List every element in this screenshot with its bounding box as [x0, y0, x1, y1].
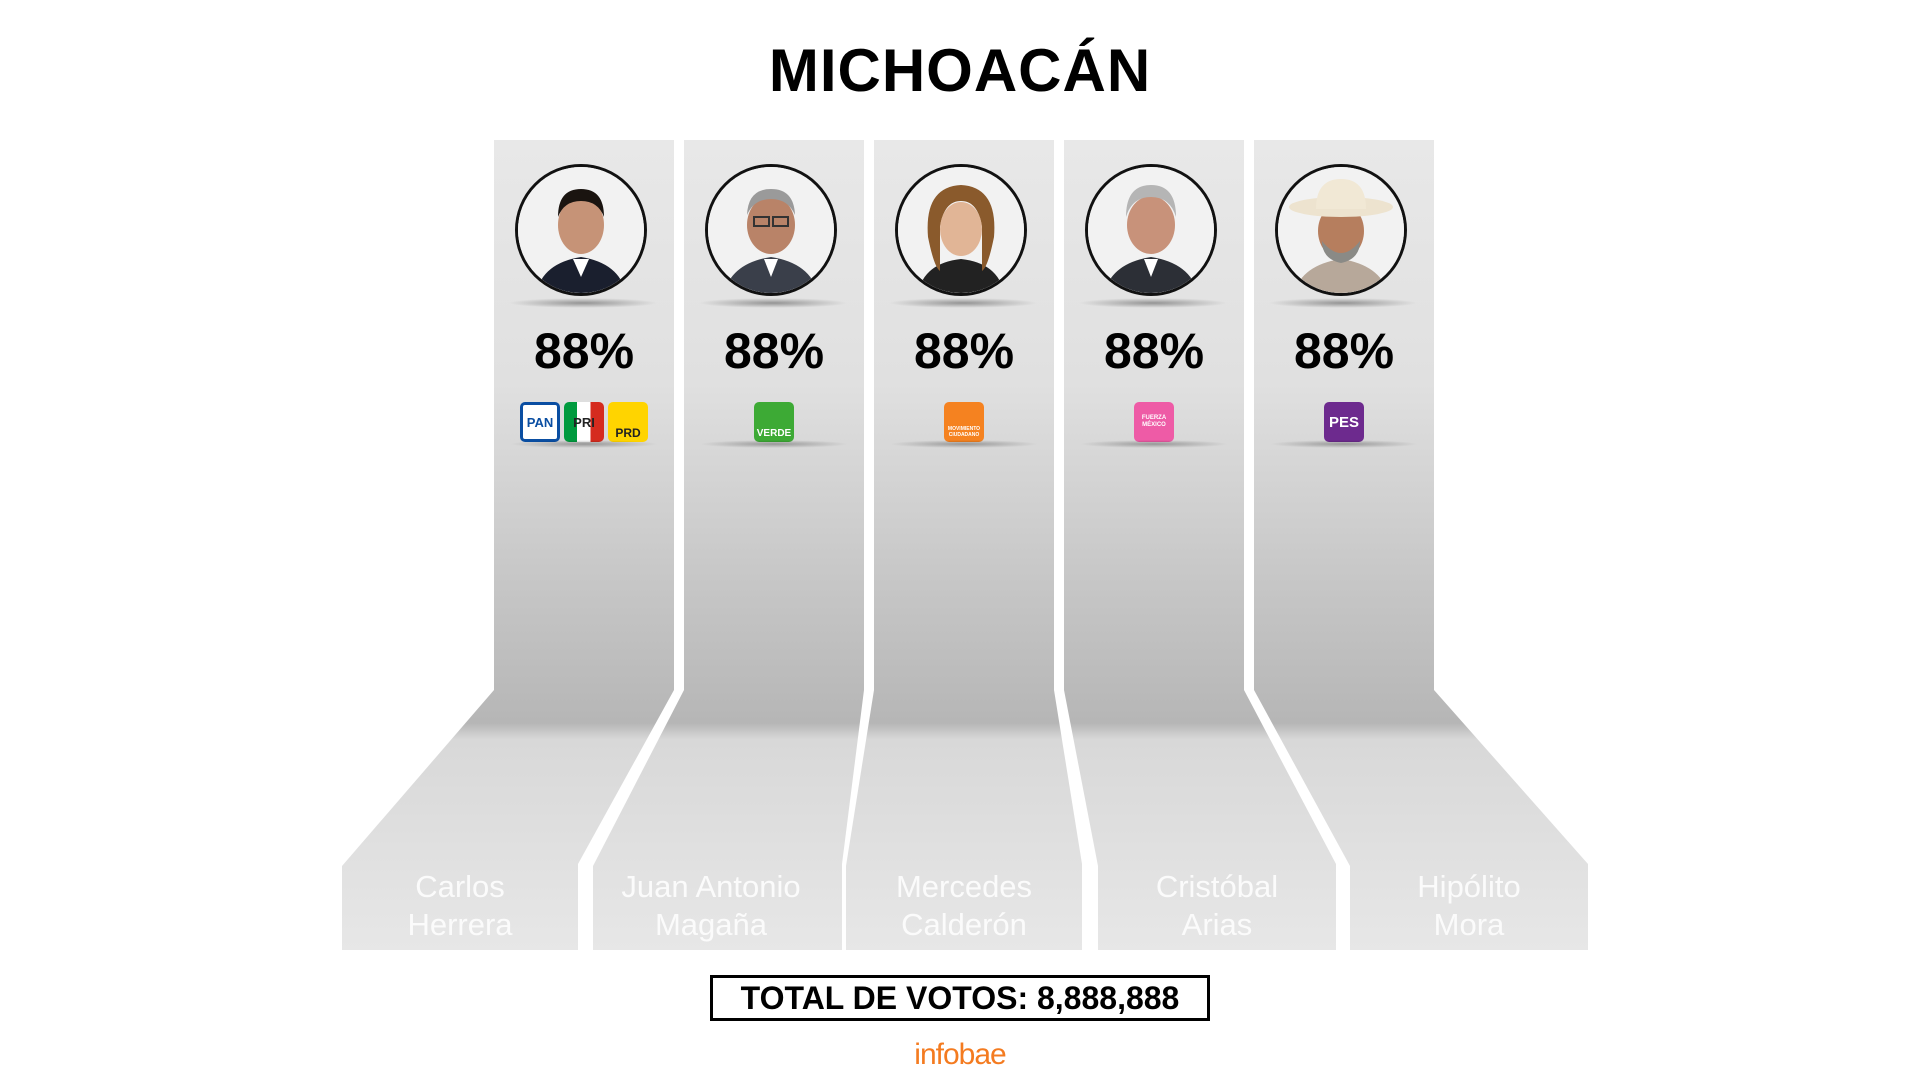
candidate-photo — [1085, 164, 1217, 296]
candidate-name-cristobal-arias: Cristóbal Arias — [1097, 868, 1337, 944]
name-line-1: Mercedes — [895, 869, 1033, 904]
candidate-photo — [705, 164, 837, 296]
name-line-1: Juan Antonio — [621, 869, 801, 904]
vote-percentage: 88% — [533, 323, 635, 379]
pri-logo-icon: PRI — [564, 402, 604, 442]
name-line-2: Calderón — [901, 907, 1027, 942]
vote-percentage: 88% — [1293, 323, 1395, 379]
candidate-card-carlos-herrera: 88% PAN PRI PRD — [494, 140, 674, 460]
logo-shadow — [1269, 440, 1419, 448]
vote-percentage: 88% — [1103, 323, 1205, 379]
pes-logo-icon: PES — [1324, 402, 1364, 442]
party-logos: MOVIMIENTO CIUDADANO — [874, 402, 1054, 442]
name-line-2: Herrera — [407, 907, 513, 942]
name-line-2: Magaña — [654, 907, 768, 942]
name-line-2: Mora — [1433, 907, 1505, 942]
party-logos: PES — [1254, 402, 1434, 442]
candidate-name-carlos-herrera: Carlos Herrera — [340, 868, 580, 944]
name-line-1: Carlos — [415, 869, 505, 904]
party-logos: VERDE — [684, 402, 864, 442]
photo-shadow — [1268, 298, 1418, 308]
logo-shadow — [509, 440, 659, 448]
vote-percentage: 88% — [723, 323, 825, 379]
photo-shadow — [508, 298, 658, 308]
candidate-card-hipolito-mora: 88% PES — [1254, 140, 1434, 460]
candidate-card-cristobal-arias: 88% FUERZA MÉXICO — [1064, 140, 1244, 460]
candidate-photo — [1275, 164, 1407, 296]
candidate-name-mercedes-calderon: Mercedes Calderón — [844, 868, 1084, 944]
party-logos: FUERZA MÉXICO — [1064, 402, 1244, 442]
candidate-photo — [515, 164, 647, 296]
prd-logo-icon: PRD — [608, 402, 648, 442]
logo-shadow — [889, 440, 1039, 448]
infobae-logo: infobae — [914, 1038, 1006, 1071]
candidate-name-juan-antonio-magana: Juan Antonio Magaña — [591, 868, 831, 944]
logo-shadow — [1079, 440, 1229, 448]
candidate-name-hipolito-mora: Hipólito Mora — [1349, 868, 1589, 944]
candidate-card-juan-antonio-magana: 88% VERDE — [684, 140, 864, 460]
party-logos: PAN PRI PRD — [494, 402, 674, 442]
movimiento-ciudadano-logo-icon: MOVIMIENTO CIUDADANO — [944, 402, 984, 442]
vote-percentage: 88% — [913, 323, 1015, 379]
total-votes-box: TOTAL DE VOTOS: 8,888,888 — [710, 975, 1210, 1021]
candidate-photo — [895, 164, 1027, 296]
name-line-2: Arias — [1181, 907, 1253, 942]
verde-logo-icon: VERDE — [754, 402, 794, 442]
name-line-1: Hipólito — [1417, 869, 1521, 904]
page-title: MICHOACÁN — [768, 37, 1152, 104]
logo-shadow — [699, 440, 849, 448]
fuerza-mexico-logo-icon: FUERZA MÉXICO — [1134, 402, 1174, 442]
photo-shadow — [888, 298, 1038, 308]
photo-shadow — [698, 298, 848, 308]
photo-shadow — [1078, 298, 1228, 308]
pan-logo-icon: PAN — [520, 402, 560, 442]
name-line-1: Cristóbal — [1155, 869, 1279, 904]
candidate-card-mercedes-calderon: 88% MOVIMIENTO CIUDADANO — [874, 140, 1054, 460]
